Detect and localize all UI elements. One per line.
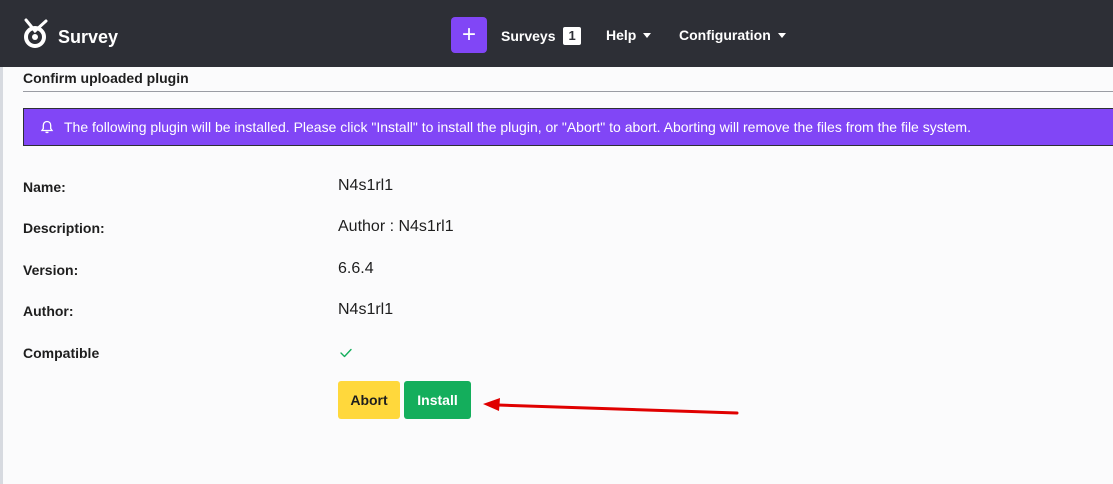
surveys-count-badge: 1 — [563, 27, 581, 45]
nav-configuration-dropdown[interactable]: Configuration — [679, 27, 786, 43]
nav-surveys-label: Surveys — [501, 28, 556, 44]
install-button[interactable]: Install — [404, 381, 471, 419]
brand[interactable]: Survey — [22, 14, 118, 54]
abort-button[interactable]: Abort — [338, 381, 400, 419]
compatible-label: Compatible — [23, 345, 100, 361]
nav-surveys[interactable]: Surveys 1 — [501, 27, 581, 45]
name-value: N4s1rl1 — [338, 177, 394, 194]
alert-text: The following plugin will be installed. … — [64, 119, 971, 135]
bell-icon — [40, 120, 54, 134]
nav-configuration-label: Configuration — [679, 27, 771, 43]
info-alert: The following plugin will be installed. … — [23, 108, 1113, 146]
author-label: Author: — [23, 303, 74, 319]
survey-logo-icon — [24, 18, 48, 48]
nav-help-dropdown[interactable]: Help — [606, 27, 652, 43]
title-divider — [23, 91, 1113, 92]
page-title: Confirm uploaded plugin — [23, 70, 189, 86]
nav-help-label: Help — [606, 27, 637, 43]
name-label: Name: — [23, 179, 66, 195]
version-value: 6.6.4 — [338, 260, 374, 277]
checkmark-icon — [340, 348, 352, 358]
top-navbar: Survey + Surveys 1 Help Configuration — [0, 0, 1113, 67]
description-label: Description: — [23, 220, 105, 236]
create-survey-button[interactable]: + — [451, 17, 487, 53]
caret-down-icon — [643, 32, 652, 38]
caret-down-icon — [777, 32, 786, 38]
author-value: N4s1rl1 — [338, 301, 394, 318]
description-value: Author : N4s1rl1 — [338, 218, 454, 235]
version-label: Version: — [23, 262, 79, 278]
plus-icon: + — [461, 21, 476, 48]
brand-name: Survey — [58, 26, 119, 47]
annotation-arrow-icon — [483, 398, 739, 415]
